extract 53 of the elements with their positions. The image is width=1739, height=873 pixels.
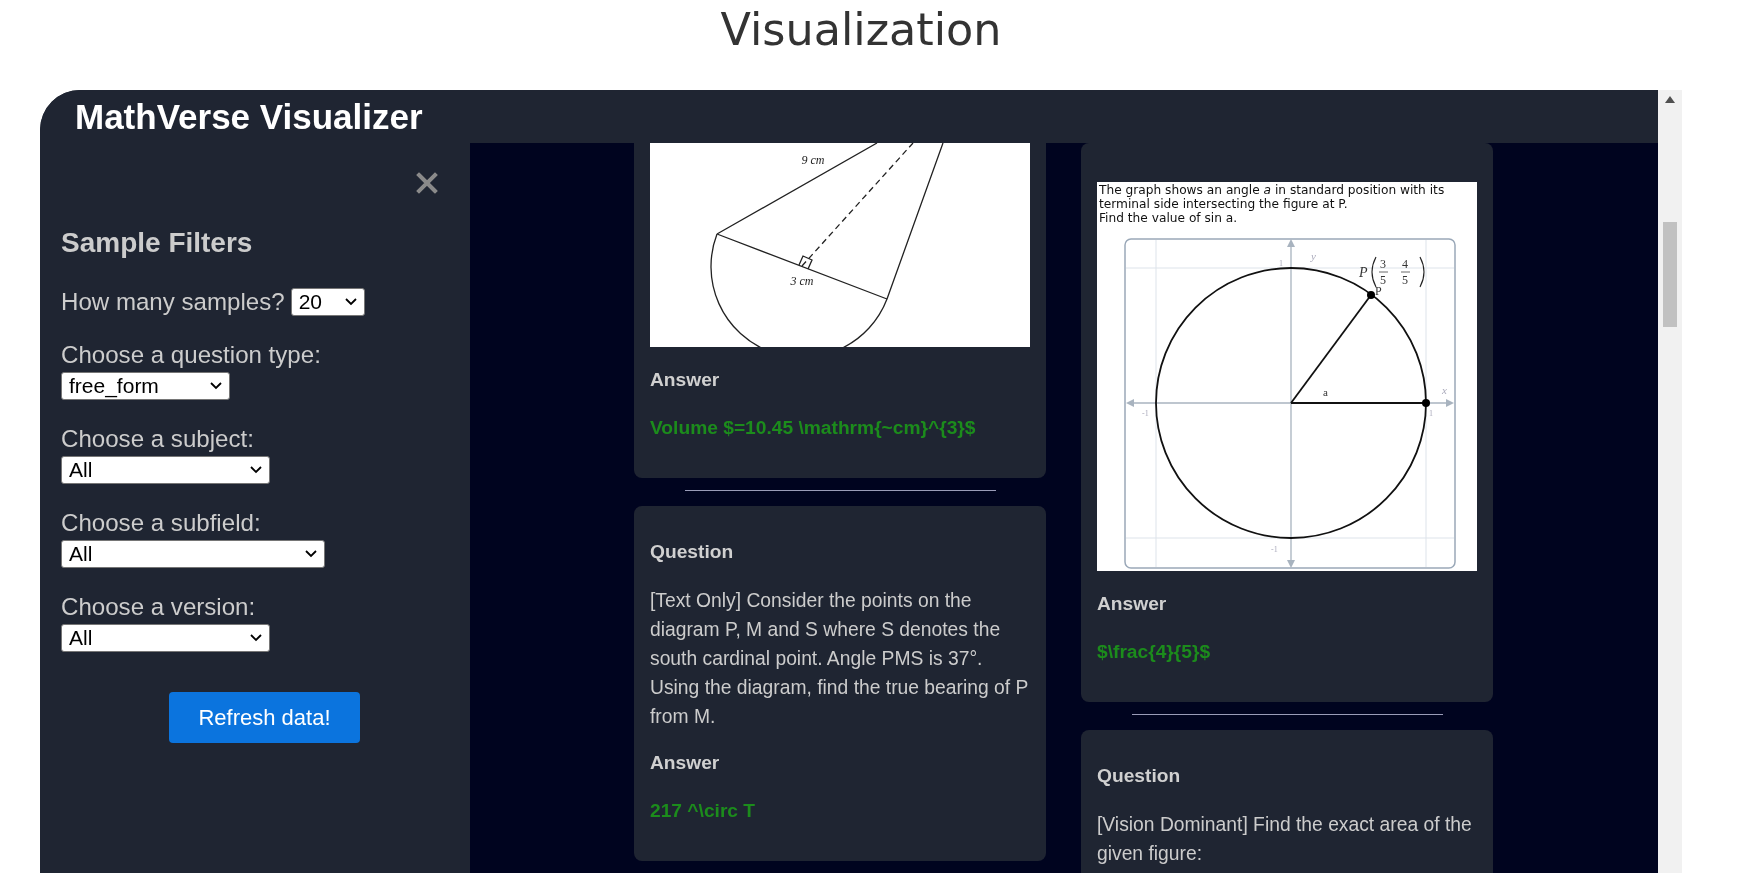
answer-text: $\frac{4}{5}$ <box>1097 641 1212 663</box>
measurement-label: 3 cm <box>790 274 814 288</box>
close-icon[interactable] <box>416 172 438 194</box>
chevron-icon <box>250 634 262 642</box>
axis-label: x <box>1442 384 1447 396</box>
filter-label: Choose a subfield: <box>61 509 261 536</box>
fraction-numerator: 3 <box>1380 257 1386 271</box>
answer-text: Volume $=10.45 \mathrm{~cm}^{3}$ <box>650 417 977 439</box>
angle-label: a <box>1323 386 1328 398</box>
chevron-icon <box>305 550 317 558</box>
answer-text: 217 ^\circ T <box>650 800 757 822</box>
answer-heading: Answer <box>1097 593 1168 615</box>
answer-heading: Answer <box>650 369 721 391</box>
chevron-icon <box>344 297 357 306</box>
parenthesis-mark <box>1419 256 1425 288</box>
fraction-numerator: 4 <box>1402 257 1408 271</box>
refresh-button[interactable]: Refresh data! <box>169 692 360 743</box>
point-dot <box>1422 399 1430 407</box>
sidebar-heading: Sample Filters <box>61 229 254 257</box>
tick-label: -1 <box>1271 545 1278 554</box>
figure-caption-line: terminal side intersecting the figure at P. <box>1099 197 1348 212</box>
answer-heading: Answer <box>650 752 721 774</box>
question-text: [Vision Dominant] Find the exact area of the given figure: <box>1097 813 1473 866</box>
dropdown[interactable]: All <box>61 624 270 652</box>
question-heading: Question <box>650 541 735 563</box>
dropdown[interactable]: All <box>61 456 270 484</box>
point-dot <box>1367 291 1375 299</box>
scrollbar-thumb[interactable] <box>1663 222 1677 327</box>
parenthesis-mark <box>1371 256 1377 288</box>
fraction-denominator: 5 <box>1402 273 1408 287</box>
dropdown[interactable]: All <box>61 540 325 568</box>
question-heading: Question <box>1097 765 1182 787</box>
scrollbar[interactable] <box>1658 90 1682 873</box>
question-text: [Text Only] Consider the points on the diagram P, M and S where S denotes the south cardinal point. Angle PMS is 37°. Using the diagram, find the true bearing of P from M. <box>650 589 1029 729</box>
coordinate-label: P <box>1359 265 1368 280</box>
figure-caption-line: The graph shows an angle a in standard position with its <box>1099 184 1445 198</box>
measurement-label: 9 cm <box>801 153 825 167</box>
filter-label: How many samples? <box>61 289 285 314</box>
filter-label: Choose a subject: <box>61 425 254 452</box>
dropdown[interactable]: 20 <box>290 287 365 316</box>
tick-label: -1 <box>1142 409 1149 418</box>
app-title: MathVerse Visualizer <box>75 96 423 137</box>
point-label: P <box>1375 284 1382 298</box>
axis-label: y <box>1311 250 1316 262</box>
chevron-icon <box>210 382 222 390</box>
filter-label: Choose a question type: <box>61 341 321 368</box>
page-title: Visualization <box>719 3 1003 57</box>
dropdown[interactable]: free_form <box>61 372 230 400</box>
figure-caption-line: Find the value of sin a. <box>1099 211 1238 226</box>
fraction-denominator: 5 <box>1380 273 1386 287</box>
scroll-up-arrow-icon[interactable] <box>1665 96 1675 103</box>
chevron-icon <box>250 466 262 474</box>
filter-label: Choose a version: <box>61 593 256 620</box>
